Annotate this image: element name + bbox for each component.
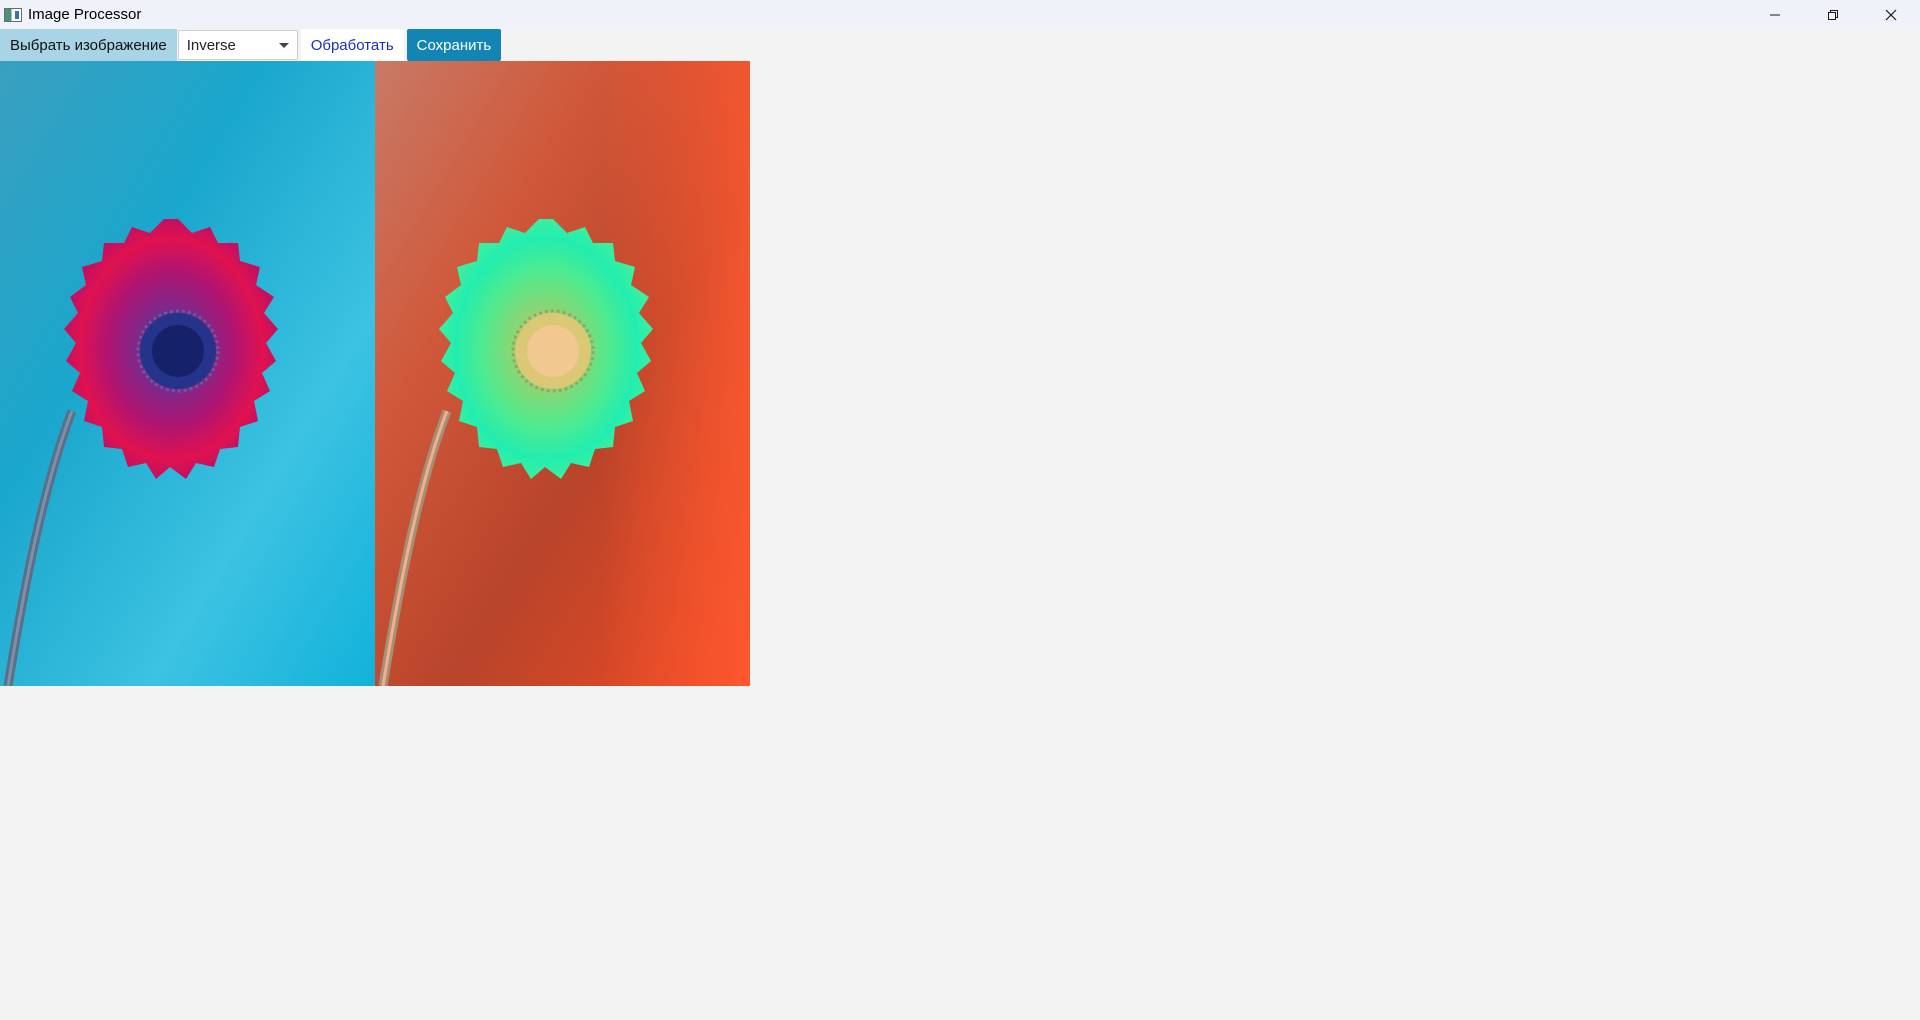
app-icon — [4, 7, 22, 22]
toolbar: Выбрать изображение Inverse Обработать С… — [0, 29, 1920, 61]
filter-select[interactable]: Inverse — [177, 30, 298, 60]
window-title: Image Processor — [28, 6, 142, 23]
minimize-icon — [1770, 14, 1780, 15]
restore-icon — [1828, 9, 1838, 20]
minimize-button[interactable] — [1746, 0, 1804, 29]
original-image — [0, 61, 375, 686]
window-controls — [1746, 0, 1920, 29]
processed-image — [375, 61, 750, 686]
title-bar: Image Processor — [0, 0, 1920, 29]
chevron-down-icon — [278, 42, 289, 48]
filter-select-value: Inverse — [186, 36, 236, 54]
process-button[interactable]: Обработать — [300, 29, 404, 61]
restore-button[interactable] — [1804, 0, 1862, 29]
image-area — [0, 61, 750, 686]
choose-image-button[interactable]: Выбрать изображение — [0, 29, 177, 61]
close-icon — [1885, 9, 1897, 20]
close-button[interactable] — [1862, 0, 1920, 29]
save-button[interactable]: Сохранить — [406, 29, 502, 61]
